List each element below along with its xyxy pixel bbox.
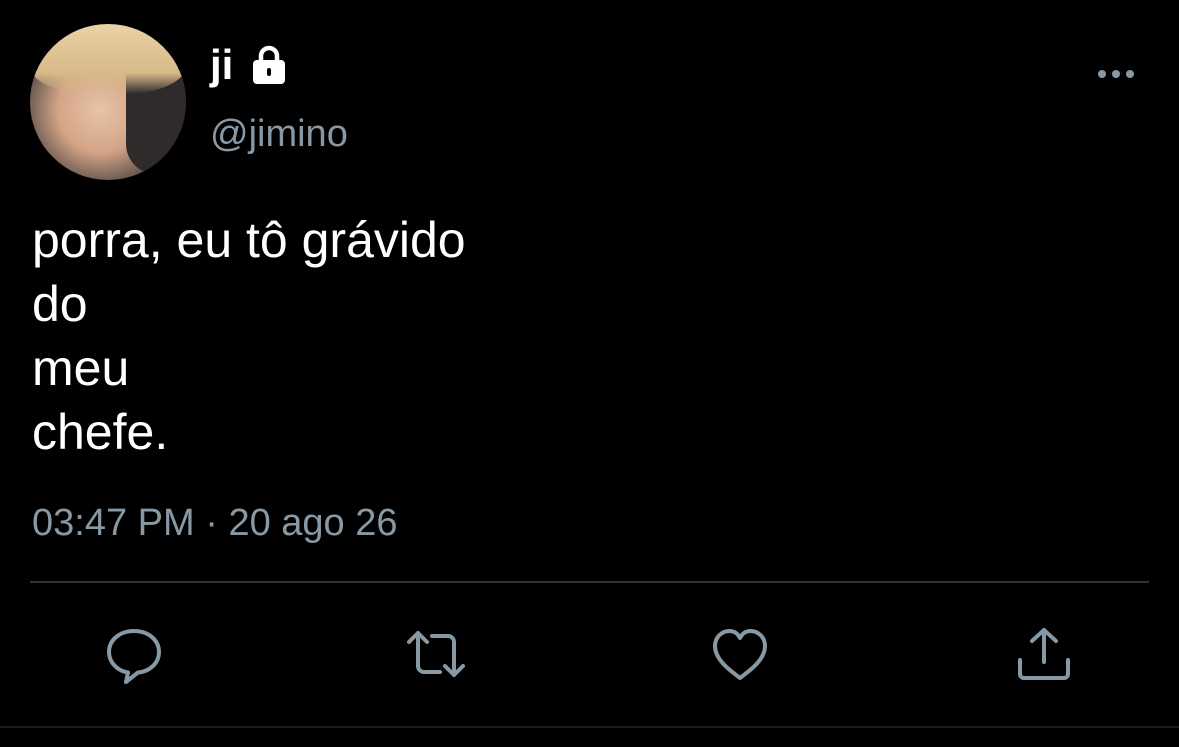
user-name[interactable]: ji [210, 40, 233, 90]
tweet-date: 20 ago 26 [228, 502, 398, 544]
tweet-card: ji @jimino porra, eu tô grávido do meu c… [0, 0, 1179, 747]
lock-icon [253, 45, 286, 84]
share-icon[interactable] [1012, 622, 1076, 686]
like-icon[interactable] [708, 622, 772, 686]
avatar-hair [30, 24, 186, 94]
user-handle[interactable]: @jimino [210, 110, 348, 158]
tweet-text-line: do [32, 276, 88, 332]
tweet-time: 03:47 PM [32, 502, 195, 544]
bottom-divider [0, 726, 1179, 728]
tweet-text: porra, eu tô grávido do meu chefe. [32, 208, 1132, 464]
tweet-text-line: meu [32, 340, 130, 396]
user-name-row: ji [210, 40, 287, 90]
meta-separator: · [194, 502, 229, 544]
more-horizontal-icon[interactable] [1094, 62, 1138, 86]
tweet-text-line: porra, eu tô grávido [32, 212, 466, 268]
tweet-text-line: chefe. [32, 404, 169, 460]
avatar[interactable] [30, 24, 186, 180]
reply-icon[interactable] [102, 622, 166, 686]
divider [30, 581, 1149, 583]
retweet-icon[interactable] [404, 622, 468, 686]
tweet-timestamp[interactable]: 03:47 PM · 20 ago 26 [32, 498, 398, 548]
